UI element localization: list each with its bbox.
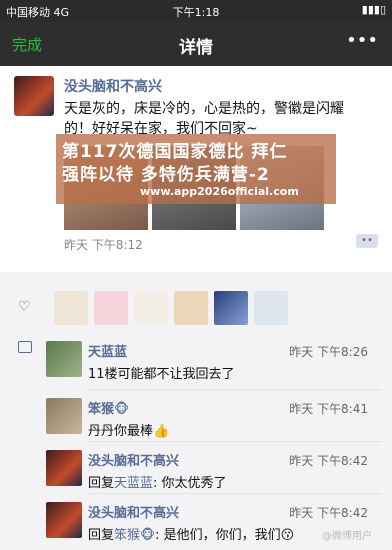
author-name[interactable]: 没头脑和不高兴 xyxy=(64,76,162,96)
liker-avatar[interactable] xyxy=(94,291,128,325)
author-avatar[interactable] xyxy=(14,76,54,116)
commenter-avatar[interactable] xyxy=(46,450,82,486)
comment-time: 昨天 下午8:42 xyxy=(289,454,368,468)
nav-bar: 完成 详情 ••• xyxy=(0,22,392,66)
comment-text: 11楼可能都不让我回去了 xyxy=(88,367,235,382)
commenter-avatar[interactable] xyxy=(46,502,82,538)
liker-avatar[interactable] xyxy=(54,291,88,325)
liker-avatar[interactable] xyxy=(214,291,248,325)
likes-row: ♡ xyxy=(10,285,382,333)
commenter-avatar[interactable] xyxy=(46,398,82,434)
comment-text: 回复天蓝蓝: 你太优秀了 xyxy=(88,476,227,491)
comment-item[interactable]: 没头脑和不高兴 昨天 下午8:42 回复笨猴🐵: 是他们，你们，我们😗 @微博用… xyxy=(10,494,382,550)
liker-avatar[interactable] xyxy=(174,291,208,325)
weibo-watermark: @微博用户 xyxy=(322,531,372,542)
comment-item[interactable]: 笨猴🐵 昨天 下午8:41 丹丹你最棒👍 xyxy=(10,390,382,442)
comment-time: 昨天 下午8:26 xyxy=(289,345,368,359)
post-text: 天是灰的，床是冷的，心是热的，警徽是闪耀的！好好呆在家，我们不回家~ xyxy=(64,101,344,137)
comment-item[interactable]: 没头脑和不高兴 昨天 下午8:42 回复天蓝蓝: 你太优秀了 xyxy=(10,442,382,494)
commenter-name[interactable]: 没头脑和不高兴 xyxy=(88,502,179,521)
more-icon[interactable]: ••• xyxy=(346,30,378,51)
comment-item[interactable]: 天蓝蓝 昨天 下午8:26 11楼可能都不让我回去了 xyxy=(10,333,382,390)
commenter-avatar[interactable] xyxy=(46,341,82,377)
comment-text: 回复笨猴🐵: 是他们，你们，我们😗 xyxy=(88,528,295,543)
watermark-line2: 强阵以待 多特伤兵满营-2 xyxy=(62,165,270,185)
comment-icon xyxy=(18,341,32,353)
commenter-name[interactable]: 没头脑和不高兴 xyxy=(88,450,179,469)
comment-text: 丹丹你最棒👍 xyxy=(88,424,170,439)
watermark-banner: 第117次德国国家德比 拜仁 强阵以待 多特伤兵满营-2 www.app2026… xyxy=(56,134,336,204)
comment-action-button[interactable]: •• xyxy=(356,234,378,248)
page-title: 详情 xyxy=(179,38,213,58)
commenter-name[interactable]: 天蓝蓝 xyxy=(88,341,127,360)
commenter-name[interactable]: 笨猴🐵 xyxy=(88,398,129,417)
clock: 下午1:18 xyxy=(172,6,220,19)
liker-avatar[interactable] xyxy=(254,291,288,325)
battery-icon: ▮▮▮▯ xyxy=(361,3,386,16)
liker-avatar[interactable] xyxy=(134,291,168,325)
watermark-url: www.app2026official.com xyxy=(140,185,299,198)
status-bar: 中国移动 4G 下午1:18 ▮▮▮▯ xyxy=(0,0,392,22)
watermark-line1: 第117次德国国家德比 拜仁 xyxy=(62,142,288,162)
comment-time: 昨天 下午8:42 xyxy=(289,506,368,520)
post-time: 昨天 下午8:12 xyxy=(64,238,143,252)
heart-icon: ♡ xyxy=(18,299,31,315)
comment-time: 昨天 下午8:41 xyxy=(289,402,368,416)
